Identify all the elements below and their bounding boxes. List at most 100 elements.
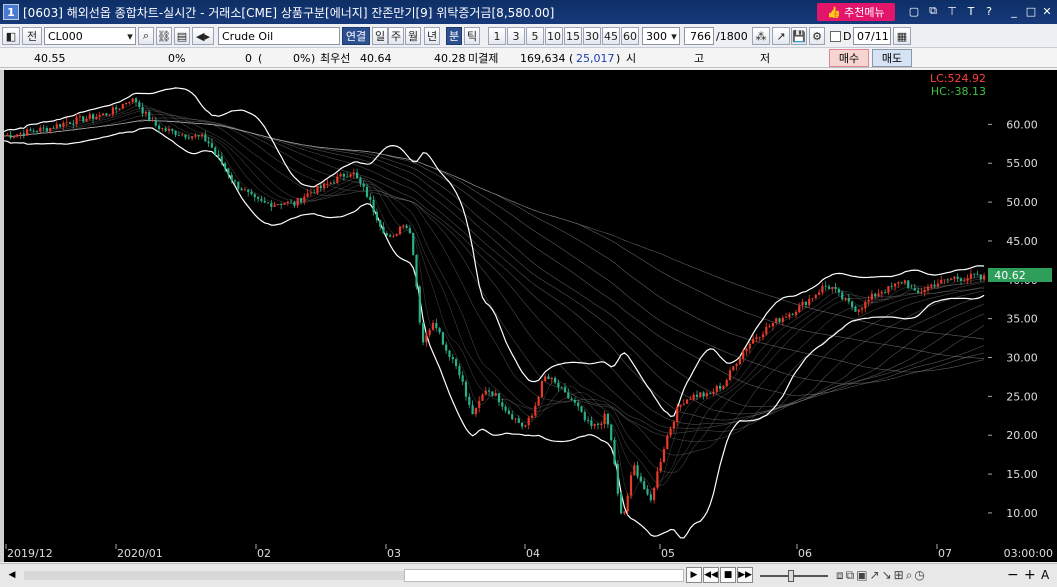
interval-button[interactable]: 45 [602,27,620,45]
interval-button[interactable]: 1 [488,27,506,45]
interval-button[interactable]: 60 [621,27,639,45]
buy-button[interactable]: 매수 [829,49,869,67]
candle-body [478,400,481,408]
candle-body [49,127,52,132]
candle-body [65,122,68,124]
candle-body [897,282,900,284]
zoom-slider-handle[interactable] [788,570,794,582]
period-tab[interactable]: 분 [446,27,462,45]
interval-button[interactable]: 10 [545,27,563,45]
candle-body [748,343,751,349]
scrollbar-thumb[interactable] [404,569,684,582]
window-number-badge[interactable]: 1 [3,4,19,20]
candle-body [375,211,378,221]
symbol-input[interactable]: CL000 [44,27,136,45]
period-tab[interactable]: 주 [388,27,404,45]
maximize-icon[interactable]: □ [1024,4,1038,18]
chevron-down-icon[interactable]: ▾ [124,27,136,45]
candle-body [224,163,227,169]
candle-body [903,280,906,283]
candle-body [98,114,101,117]
candle-body [920,292,923,294]
zoom-slider-track[interactable] [760,575,828,577]
candle-body [382,226,385,234]
candle-body [471,404,474,415]
zoom-in-button[interactable]: + [1024,567,1036,583]
candle-body [144,111,147,114]
candle-body [639,476,642,482]
drawing-tools-icon[interactable]: ⧈⧉▣↗↘⊞⌕◷ [836,568,927,583]
candle-body [534,405,537,416]
indicator-icon[interactable]: ⁂ [752,27,770,45]
y-tick-label: 55.00 [1006,157,1038,170]
fast-forward-icon[interactable]: ▶▶ [737,567,753,583]
gear-icon[interactable]: ⚙ [809,27,825,45]
connect-button[interactable]: 연결 [342,27,370,45]
period-tab[interactable]: 월 [405,27,421,45]
sound-icon[interactable]: ◀▸ [192,27,214,45]
candle-body [851,301,854,307]
candle-body [880,292,883,294]
period-tab[interactable]: 년 [424,27,440,45]
scroll-right-icon[interactable]: ▶ [686,567,702,583]
candle-body [82,116,85,122]
link-icon[interactable]: ⛓ [156,27,172,45]
candle-body [428,329,431,335]
y-tick-label: 30.00 [1006,352,1038,365]
open-interest-label: 미결제 [468,52,499,65]
candle-body [227,168,230,175]
interval-button[interactable]: 5 [526,27,544,45]
close-icon[interactable]: ✕ [1040,4,1054,18]
candle-body [194,135,197,137]
save-icon[interactable]: 💾 [791,27,807,45]
layout-icon[interactable]: ◧ [2,27,20,45]
candle-body [752,339,755,344]
stop-icon[interactable]: ■ [720,567,736,583]
drawing-tool-icon[interactable]: ↗ [772,27,790,45]
market-select-button[interactable]: 전 [22,27,42,45]
open-interest: 169,634 [520,51,566,65]
copy-window-icon[interactable]: ⧉ [926,4,940,18]
recommend-menu-button[interactable]: 👍 추천메뉴 [817,3,895,21]
calendar-icon[interactable]: ▦ [893,27,911,45]
font-size-button[interactable]: A [1041,568,1049,582]
search-icon[interactable]: ⌕ [138,27,154,45]
period-tab[interactable]: 일 [372,27,388,45]
candle-body [161,128,164,130]
code-icon[interactable]: ▤ [174,27,190,45]
interval-button[interactable]: 3 [507,27,525,45]
minimize-icon[interactable]: _ [1007,4,1021,18]
interval-button[interactable]: 15 [564,27,582,45]
rewind-icon[interactable]: ◀◀ [703,567,719,583]
date-field[interactable]: 07/11 [853,27,891,45]
candle-body [488,390,491,392]
candle-body [893,283,897,287]
candle-body [768,326,771,328]
font-t-icon[interactable]: T [964,4,978,18]
period-tab[interactable]: 틱 [464,27,480,45]
price-chart[interactable]: LC:524.92 HC:-38.13 [3,70,988,544]
chart-canvas[interactable]: LC:524.92HC:-38.13 [3,70,988,544]
history-scrollbar[interactable] [24,571,404,580]
help-icon[interactable]: ? [982,4,996,18]
scroll-left-icon[interactable]: ◀ [4,567,20,583]
candle-body [573,400,576,403]
candle-body [728,370,732,381]
moving-average-line [3,120,985,385]
zoom-out-button[interactable]: − [1007,567,1019,583]
candle-body [359,178,362,184]
moving-average-line [3,120,985,407]
layout-icon[interactable]: ▢ [907,4,921,18]
interval-button[interactable]: 30 [583,27,601,45]
scroll-position-field[interactable]: 766 [684,27,714,45]
pin-icon[interactable]: ⊤ [945,4,959,18]
candle-body [118,108,121,110]
sell-button[interactable]: 매도 [872,49,912,67]
candle-body [692,394,695,400]
upper-band-line [3,87,985,418]
chevron-down-icon[interactable]: ▾ [668,27,680,45]
date-checkbox[interactable] [830,31,841,42]
candle-body [890,285,893,287]
candle-body [484,390,487,395]
candle-body [415,254,418,287]
